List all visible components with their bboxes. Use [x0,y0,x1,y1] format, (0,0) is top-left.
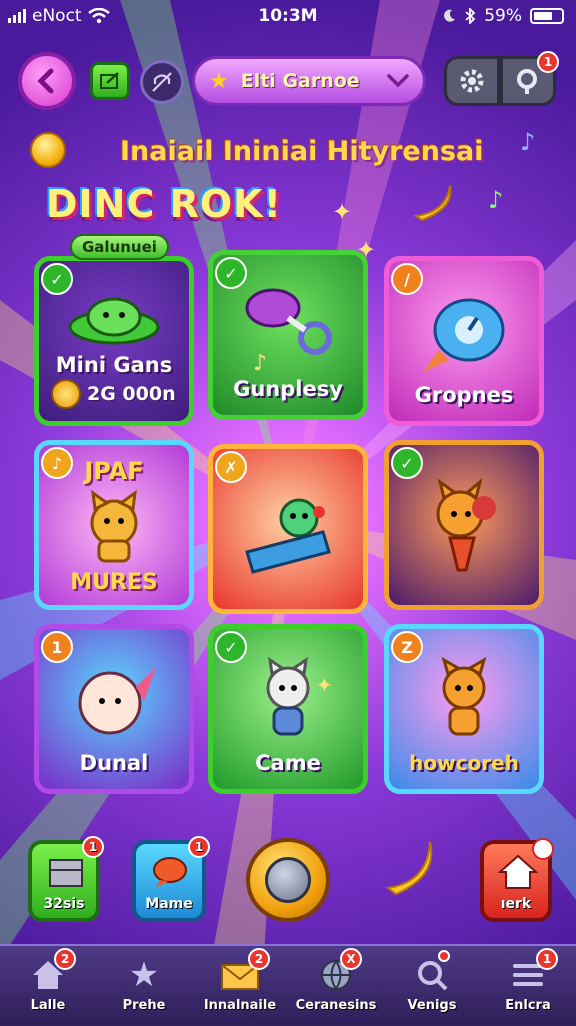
game-card-fox[interactable]: ✓ [384,440,544,610]
tab-inbox[interactable]: Innalnaile 2 [192,946,288,1026]
status-bar: eNoct 10:3M 59% [0,0,576,34]
quick-badge: 1 [188,836,210,858]
game-card-mini-gans[interactable]: ✓ Mini Gans 2G 000n [34,256,194,426]
search-icon [517,69,537,94]
search-icon [412,956,452,994]
quick-label: Mame [145,896,193,912]
tab-label: Prehe [122,998,166,1013]
tab-label: Ceranesins [295,998,377,1013]
coin-icon [30,132,66,168]
tab-badge: 1 [536,948,558,970]
settings-button[interactable] [444,56,500,106]
star-icon: ★ [209,68,229,94]
sparkle-icon: ✦ [332,198,353,226]
coin-icon [51,379,81,409]
card-label: howcoreh [409,751,519,775]
chevron-left-icon [37,68,54,94]
dropdown-title: Elti Garnoe [240,70,360,92]
gear-icon [460,69,484,93]
music-note-icon: ♪ [488,186,504,214]
card-sublabel: MURES [70,570,158,595]
mute-button[interactable] [140,60,184,104]
spaceship-illustration [213,477,363,587]
tab-categories[interactable]: Ceranesins X [288,946,384,1026]
svg-text:♪: ♪ [253,351,267,376]
quick-badge: 1 [82,836,104,858]
tab-label: Lalle [30,998,66,1013]
game-card-dunal[interactable]: 1 Dunal [34,624,194,794]
turtle-illustration [39,281,189,361]
edit-icon [100,72,119,89]
battery-icon [530,8,564,24]
tab-menu[interactable]: Enlcra 1 [480,946,576,1026]
card-label: Gunplesy [233,377,343,401]
notifications-button[interactable]: 1 [500,51,559,106]
bluetooth-icon [465,8,476,24]
headline: Inaiail Ininiai Hityrensai [120,136,484,167]
crate-icon [49,859,83,887]
card-label: Mini Gans [55,353,173,377]
cat-illustration [39,487,189,567]
quick-badge [532,838,554,860]
tab-label: Venigs [407,998,457,1013]
house-star-icon [498,854,538,889]
card-label: Dunal [79,751,149,775]
game-card-gunplesy[interactable]: ✓ ♪ Gunplesy [208,250,368,420]
card-label: JPAF [84,457,144,485]
tab-favorites[interactable]: ★ Prehe [96,946,192,1026]
tab-label: Enlcra [505,998,551,1013]
category-chip[interactable]: Galunuei [70,234,169,260]
quick-button-rank[interactable]: ıerk [480,838,554,922]
tab-badge: 2 [54,948,76,970]
card-label: Came [255,751,321,775]
spinner-illustration: ♪ [213,273,363,383]
chevron-down-icon [387,74,409,88]
tab-label: Innalnaile [203,998,277,1013]
notification-badge: 1 [537,51,559,73]
tab-home[interactable]: Lalle 2 [0,946,96,1026]
game-card-spaceship[interactable]: ✗ [208,444,368,614]
game-card-howcoreh[interactable]: Z howcoreh [384,624,544,794]
battery-percent: 59% [484,6,522,26]
back-button[interactable] [18,52,76,110]
big-title: DINC ROK! [46,182,282,226]
rocket-illustration [389,279,539,389]
banana-icon [413,185,452,222]
banana-icon [385,841,433,896]
coin-count: 2G 000n [51,379,176,409]
tab-badge: X [340,948,362,970]
kitten-illustration: ✦ [213,647,363,757]
play-orb-icon [265,857,311,903]
ghost-illustration [39,647,189,757]
fox-illustration [389,473,539,583]
edit-button[interactable] [90,62,130,100]
star-icon: ★ [128,955,160,995]
play-button[interactable] [246,838,330,922]
moon-icon [444,9,456,22]
bottom-tab-bar: Lalle 2 ★ Prehe Innalnaile 2 Ceranesins … [0,944,576,1026]
game-card-jpaf[interactable]: ♪ JPAF MURES [34,440,194,610]
card-label: Gropnes [414,383,514,407]
svg-text:✦: ✦ [316,673,333,697]
game-card-gropnes[interactable]: / Gropnes [384,256,544,426]
chat-icon [153,857,187,888]
game-dropdown[interactable]: ★ Elti Garnoe [192,56,426,106]
quick-button-mame[interactable]: Mame 1 [132,836,210,922]
tab-search[interactable]: Venigs [384,946,480,1026]
game-card-came[interactable]: ✓ ✦ Came [208,624,368,794]
quick-button-inventory[interactable]: 32sis 1 [28,836,104,922]
quick-label: 32sis [43,896,85,912]
tab-badge: 2 [248,948,270,970]
tab-badge [438,950,450,962]
quick-label: ıerk [500,896,532,912]
mute-icon [152,72,172,92]
squirrel-illustration [389,647,539,757]
music-note-icon: ♪ [520,128,536,156]
